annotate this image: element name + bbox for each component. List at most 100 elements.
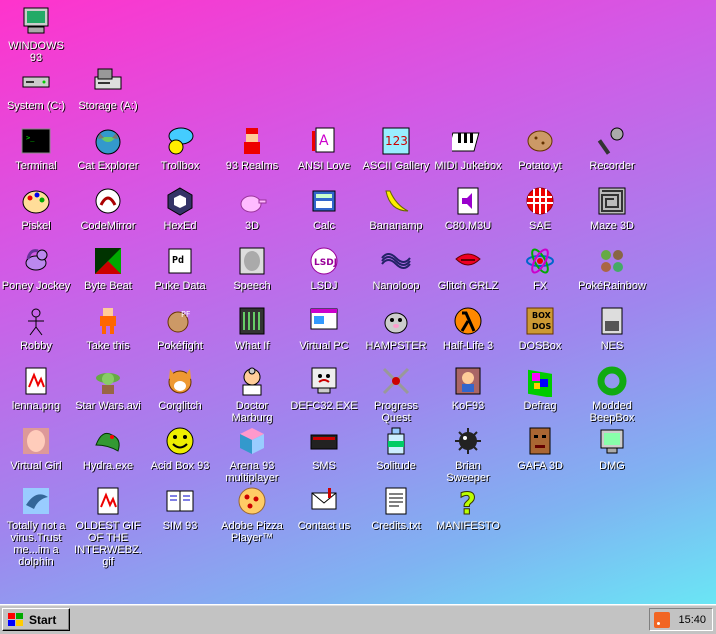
desktop-icon-potato-yt[interactable]: Potato.yt [504,124,576,172]
desktop-icon-byte-beat[interactable]: Byte Beat [72,244,144,292]
svg-text:LSDJ: LSDJ [314,258,337,268]
desktop-icon-label: Puke Data [154,280,206,292]
svg-text:Pd: Pd [172,255,184,266]
desktop-icon-oldest-gif-of-the-interwebz-gif[interactable]: OLDEST GIF OF THE INTERWEBZ.gif [72,484,144,568]
desktop-icon-speech[interactable]: Speech [216,244,288,292]
desktop-icon-93-realms[interactable]: 93 Realms [216,124,288,172]
desktop-icon-hexed[interactable]: HexEd [144,184,216,232]
desktop-icon-maze-3d[interactable]: Maze 3D [576,184,648,232]
desktop-icon-nanoloop[interactable]: Nanoloop [360,244,432,292]
desktop-icon-ansi-love[interactable]: A ANSI Love [288,124,360,172]
desktop-icon-label: Storage (A:) [78,100,138,112]
desktop-icon-what-if[interactable]: What If [216,304,288,352]
desktop-icon-manifesto[interactable]: ? MANIFESTO [432,484,504,533]
desktop-icon-trollbox[interactable]: Trollbox [144,124,216,172]
virtual-pc-icon [307,304,341,338]
desktop-icon-contact-us[interactable]: Contact us [288,484,360,532]
desktop-icon-brian-sweeper[interactable]: Brian Sweeper [432,424,504,484]
desktop-icon-puke-data[interactable]: Pd Puke Data [144,244,216,292]
desktop-icon-modded-beepbox[interactable]: Modded BeepBox [576,364,648,424]
desktop-icon-cat-explorer[interactable]: Cat Explorer [72,124,144,172]
desktop-icon-label: HAMPSTER [365,340,427,352]
desktop-icon-c80-m3u[interactable]: C80.M3U [432,184,504,232]
desktop-icon-label: Recorder [589,160,635,172]
pony-icon [19,244,53,278]
desktop-icon-glitch-grlz[interactable]: Glitch GRLZ [432,244,504,292]
desktop-icon-progress-quest[interactable]: Progress Quest [360,364,432,424]
desktop-icon-system-c[interactable]: System (C:) [0,64,72,112]
desktop-icon-corglitch[interactable]: Corglitch [144,364,216,412]
desktop-icon-recorder[interactable]: Recorder [576,124,648,172]
desktop-icon-ascii-gallery[interactable]: 123 ASCII Gallery [360,124,432,172]
desktop-icon-virtual-pc[interactable]: Virtual PC [288,304,360,352]
svg-text:PF: PF [181,310,191,319]
desktop-icon-label: Brian Sweeper [446,460,490,484]
desktop-icon-kof93[interactable]: KoF93 [432,364,504,412]
desktop-icon-sms[interactable]: SMS [288,424,360,472]
desktop: WINDOWS 93 System (C:) Storage (A:) >_ Termi… [0,0,716,604]
desktop-icon-take-this[interactable]: Take this [72,304,144,352]
desktop-icon-label: DMG [599,460,625,472]
desktop-icon-sae[interactable]: SAE [504,184,576,232]
desktop-icon-defc32-exe[interactable]: DEFC32.EXE [288,364,360,412]
potato-icon [523,124,557,158]
desktop-icon-label: Calc [312,220,335,232]
desktop-icon-label: 3D [244,220,260,232]
floppy-drive-icon [91,64,125,98]
desktop-icon-windows-93[interactable]: WINDOWS 93 [0,4,72,64]
desktop-icon-robby[interactable]: Robby [0,304,72,352]
audio-file-icon [451,184,485,218]
sms-console-icon [307,424,341,458]
desktop-icon-virtual-girl[interactable]: Virtual Girl [0,424,72,472]
desktop-icon-lsdj[interactable]: LSDJ LSDJ [288,244,360,292]
desktop-icon-fx[interactable]: FX [504,244,576,292]
desktop-icon-dmg[interactable]: DMG [576,424,648,472]
desktop-icon-label: Virtual PC [299,340,349,352]
desktop-icon-arena-93-multiplayer[interactable]: Arena 93 multiplayer [216,424,288,484]
mario-icon [235,124,269,158]
desktop-icon-midi-jukebox[interactable]: MIDI Jukebox [432,124,504,172]
desktop-icon-acid-box-93[interactable]: Acid Box 93 [144,424,216,472]
desktop-icon-credits-txt[interactable]: Credits.txt [360,484,432,532]
desktop-icon-half-life-3[interactable]: Half-Life 3 [432,304,504,352]
clock: 15:40 [678,613,706,626]
desktop-icon-3d[interactable]: 3D [216,184,288,232]
desktop-icon-label: PokéRainbow [578,280,646,292]
computer-icon [19,4,53,38]
desktop-icon-hampster[interactable]: HAMPSTER [360,304,432,352]
desktop-icon-bananamp[interactable]: Bananamp [360,184,432,232]
desktop-icon-gafa-3d[interactable]: GAFA 3D [504,424,576,472]
desktop-icon-nes[interactable]: NES [576,304,648,352]
smiley-icon [163,424,197,458]
desktop-icon-adobe-pizza-player[interactable]: Adobe Pizza Player™ [216,484,288,544]
rss-icon[interactable] [654,611,670,628]
desktop-icon-sim-93[interactable]: SIM 93 [144,484,216,532]
mine-icon [451,424,485,458]
desktop-icon-label: Virtual Girl [10,460,62,472]
desktop-icon-star-wars-avi[interactable]: Star Wars.avi [72,364,144,412]
desktop-icon-storage-a[interactable]: Storage (A:) [72,64,144,112]
desktop-icon-solitude[interactable]: Solitude [360,424,432,472]
desktop-icon-totally-not-a-virus-trust-me-im-a-dolphin[interactable]: Totally not a virus.Trust me...im a dolp… [0,484,72,568]
desktop-icon-lenna-png[interactable]: lenna.png [0,364,72,412]
desktop-icon-label: Modded BeepBox [589,400,635,424]
svg-text:A: A [319,133,329,149]
start-button[interactable]: Start [2,608,70,631]
desktop-icon-piskel[interactable]: Piskel [0,184,72,232]
desktop-icon-calc[interactable]: Calc [288,184,360,232]
desktop-icon-dosbox[interactable]: BOX DOS DOSBox [504,304,576,352]
desktop-icon-defrag[interactable]: Defrag [504,364,576,412]
desktop-icon-pok-fight[interactable]: PF Pokéfight [144,304,216,352]
desktop-icon-terminal[interactable]: >_ Terminal [0,124,72,172]
desktop-icon-pok-rainbow[interactable]: PokéRainbow [576,244,648,292]
desktop-icon-label: Robby [20,340,52,352]
desktop-icon-codemirror[interactable]: CodeMirror [72,184,144,232]
swords-icon [379,364,413,398]
desktop-icon-poney-jockey[interactable]: Poney Jockey [0,244,72,292]
desktop-icon-doctor-marburg[interactable]: Doctor Marburg [216,364,288,424]
desktop-icon-label: Nanoloop [372,280,420,292]
wolf-face-icon [523,424,557,458]
doctor-icon [235,364,269,398]
desktop-icon-label: Defrag [523,400,557,412]
desktop-icon-hydra-exe[interactable]: Hydra.exe [72,424,144,472]
